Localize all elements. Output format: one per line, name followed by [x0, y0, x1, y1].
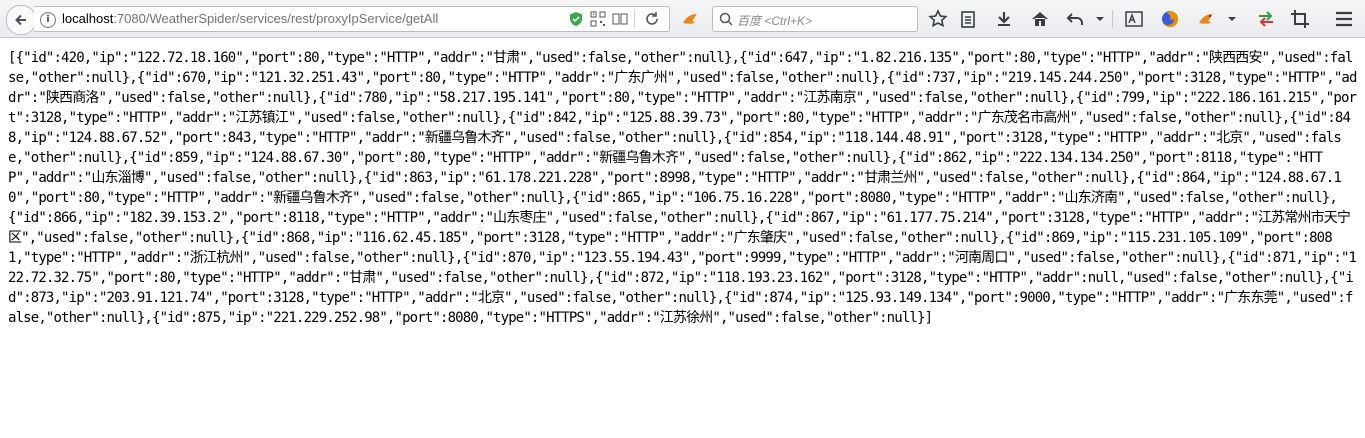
- reload-icon[interactable]: [644, 11, 660, 27]
- reader-view-icon[interactable]: [612, 11, 628, 27]
- download-icon[interactable]: [994, 9, 1014, 29]
- url-bar[interactable]: i localhost:7080/WeatherSpider/services/…: [34, 6, 670, 32]
- info-icon[interactable]: i: [40, 12, 56, 28]
- undo-icon[interactable]: [1066, 9, 1086, 29]
- bookmark-star-icon[interactable]: [928, 9, 948, 29]
- extension-bird-icon[interactable]: [680, 9, 700, 29]
- bird-addon-icon[interactable]: [1196, 9, 1216, 29]
- font-settings-icon[interactable]: [1124, 9, 1144, 29]
- url-path: :7080/WeatherSpider/services/rest/proxyI…: [113, 11, 439, 26]
- arrow-left-icon: [15, 14, 26, 26]
- url-text[interactable]: localhost:7080/WeatherSpider/services/re…: [62, 11, 438, 26]
- hamburger-menu-icon[interactable]: [1334, 9, 1354, 29]
- shield-icon[interactable]: [568, 11, 584, 27]
- search-box[interactable]: 百度 <Ctrl+K>: [712, 6, 918, 32]
- bookmarks-menu-icon[interactable]: [958, 9, 978, 29]
- qr-code-icon[interactable]: [590, 11, 606, 27]
- url-divider: [634, 10, 635, 28]
- crop-screenshot-icon[interactable]: [1290, 9, 1310, 29]
- json-response-text: [{"id":420,"ip":"122.72.18.160","port":8…: [8, 50, 1357, 326]
- search-placeholder: 百度 <Ctrl+K>: [737, 14, 813, 28]
- browser-toolbar: i localhost:7080/WeatherSpider/services/…: [0, 0, 1365, 38]
- search-icon: [719, 12, 733, 26]
- chevron-down-icon-2[interactable]: [1226, 9, 1238, 29]
- back-button[interactable]: [6, 5, 36, 35]
- home-icon[interactable]: [1030, 9, 1050, 29]
- url-host: localhost: [62, 11, 114, 26]
- toolbar-divider: [1112, 10, 1113, 28]
- firefox-icon[interactable]: [1160, 9, 1180, 29]
- chevron-down-icon[interactable]: [1094, 9, 1106, 29]
- sync-arrows-icon[interactable]: [1256, 9, 1276, 29]
